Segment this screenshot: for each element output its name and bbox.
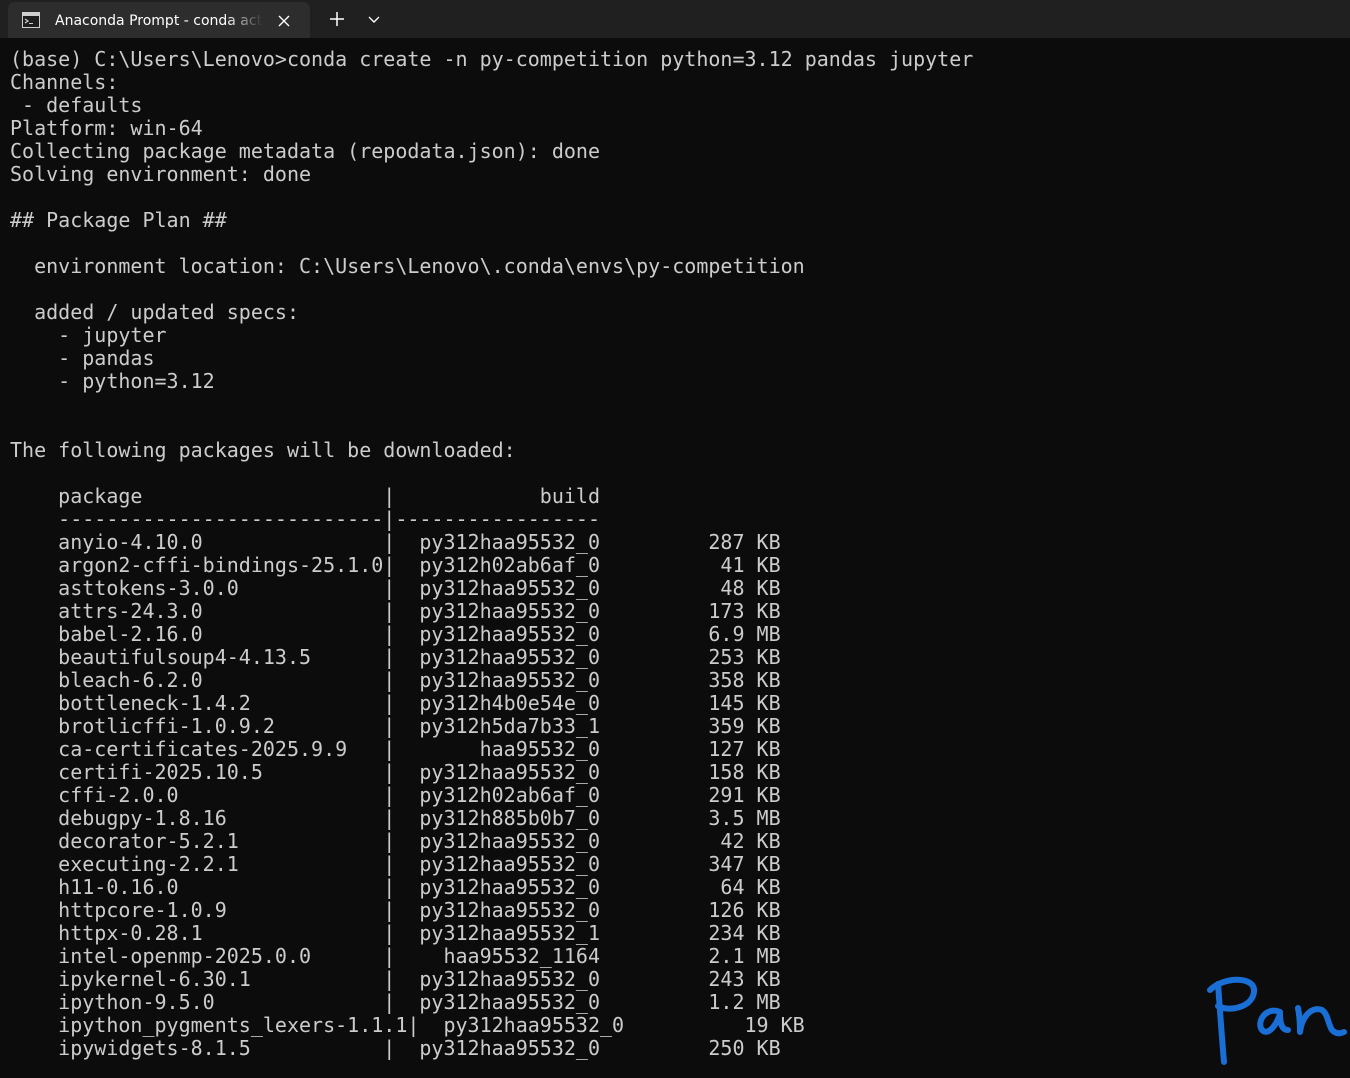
new-tab-button[interactable] [322,6,352,32]
terminal-line: - pandas [10,346,155,370]
terminal-line: anyio-4.10.0 | py312haa95532_0 287 KB [10,530,781,554]
terminal-line: cffi-2.0.0 | py312h02ab6af_0 291 KB [10,783,781,807]
terminal-icon [22,12,40,33]
terminal-line: ---------------------------|------------… [10,507,601,531]
terminal-output[interactable]: (base) C:\Users\Lenovo>conda create -n p… [10,48,1340,1078]
terminal-line: Platform: win-64 [10,116,203,140]
terminal-line: httpcore-1.0.9 | py312haa95532_0 126 KB [10,898,781,922]
close-icon[interactable] [272,9,296,33]
terminal-line: Solving environment: done [10,162,312,186]
title-bar: Anaconda Prompt - conda activate base [0,0,1350,38]
terminal-line: The following packages will be downloade… [10,438,516,462]
terminal-line: brotlicffi-1.0.9.2 | py312h5da7b33_1 359… [10,714,781,738]
terminal-line: ipython_pygments_lexers-1.1.1| py312haa9… [10,1013,805,1037]
terminal-line: ca-certificates-2025.9.9 | haa95532_0 12… [10,737,781,761]
terminal-line: package | build [10,484,601,508]
terminal-line: ## Package Plan ## [10,208,227,232]
terminal-line: asttokens-3.0.0 | py312haa95532_0 48 KB [10,576,781,600]
tab-dropdown-button[interactable] [361,6,387,32]
tab-title: Anaconda Prompt - conda activate base [55,13,263,29]
plus-icon [330,12,344,26]
terminal-line: ipywidgets-8.1.5 | py312haa95532_0 250 K… [10,1036,781,1060]
terminal-line: - python=3.12 [10,369,215,393]
terminal-line: httpx-0.28.1 | py312haa95532_1 234 KB [10,921,781,945]
terminal-line: Collecting package metadata (repodata.js… [10,139,601,163]
terminal-line: - jupyter [10,323,167,347]
terminal-line: (base) C:\Users\Lenovo>conda create -n p… [10,48,974,71]
terminal-line: decorator-5.2.1 | py312haa95532_0 42 KB [10,829,781,853]
terminal-line: bleach-6.2.0 | py312haa95532_0 358 KB [10,668,781,692]
terminal-line: executing-2.2.1 | py312haa95532_0 347 KB [10,852,781,876]
terminal-line: beautifulsoup4-4.13.5 | py312haa95532_0 … [10,645,781,669]
terminal-line: bottleneck-1.4.2 | py312h4b0e54e_0 145 K… [10,691,781,715]
terminal-line: certifi-2025.10.5 | py312haa95532_0 158 … [10,760,781,784]
terminal-line: attrs-24.3.0 | py312haa95532_0 173 KB [10,599,781,623]
terminal-line: debugpy-1.8.16 | py312h885b0b7_0 3.5 MB [10,806,781,830]
terminal-line: added / updated specs: [10,300,299,324]
terminal-line: ipykernel-6.30.1 | py312haa95532_0 243 K… [10,967,781,991]
terminal-line: argon2-cffi-bindings-25.1.0| py312h02ab6… [10,553,781,577]
terminal-line: ipython-9.5.0 | py312haa95532_0 1.2 MB [10,990,781,1014]
terminal-line: environment location: C:\Users\Lenovo\.c… [10,254,805,278]
terminal-line: h11-0.16.0 | py312haa95532_0 64 KB [10,875,781,899]
terminal-line: intel-openmp-2025.0.0 | haa95532_1164 2.… [10,944,781,968]
tab-anaconda-prompt[interactable]: Anaconda Prompt - conda activate base [8,2,310,38]
chevron-down-icon [368,16,380,23]
terminal-line: - defaults [10,93,143,117]
terminal-window: Anaconda Prompt - conda activate base (b… [0,0,1350,1078]
terminal-line: Channels: [10,70,119,94]
terminal-line: babel-2.16.0 | py312haa95532_0 6.9 MB [10,622,781,646]
pan-signature [1207,976,1347,1065]
